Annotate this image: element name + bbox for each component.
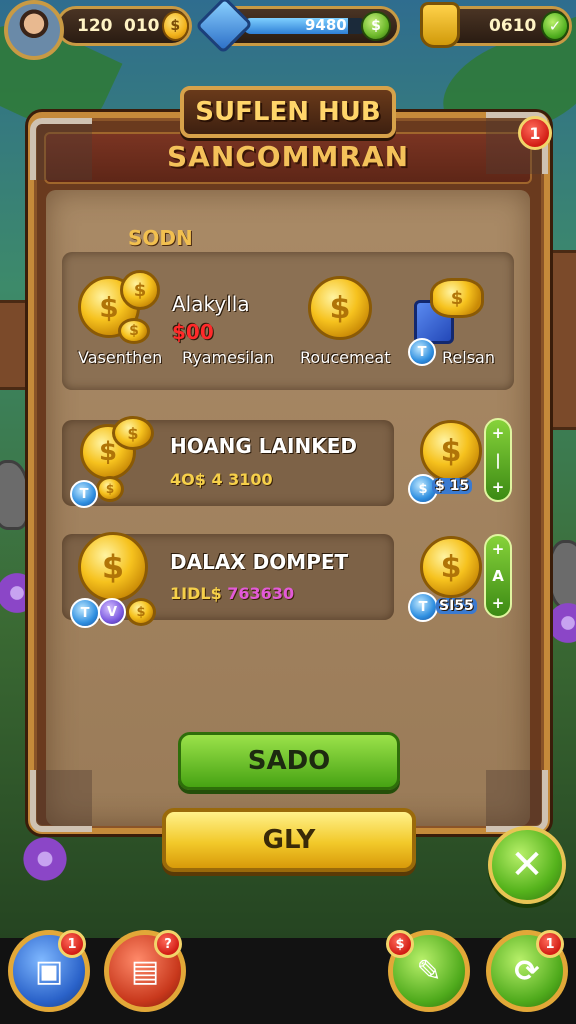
- coin-icon: $: [361, 11, 391, 41]
- nav-badge: ?: [154, 930, 182, 958]
- item-label: Ryamesilan: [182, 348, 275, 367]
- plus-icon[interactable]: +: [492, 424, 505, 442]
- gem-icon: T: [408, 592, 438, 622]
- frame-corner-ornament: [30, 118, 92, 180]
- divider: |: [495, 450, 501, 469]
- frame-corner-ornament: [30, 770, 92, 832]
- hud-level-value: 120: [77, 16, 113, 36]
- nav-badge: 1: [536, 930, 564, 958]
- coin-icon[interactable]: $: [420, 420, 482, 482]
- offer-tag: $ 15: [432, 478, 473, 494]
- offer-price: 1IDL$ 763630: [170, 584, 294, 603]
- flower: [20, 834, 70, 884]
- hut: [0, 300, 30, 390]
- hud-energy-value: 9480: [305, 16, 347, 34]
- gem-icon: T: [70, 598, 100, 628]
- coin-icon: $: [96, 476, 124, 502]
- item-label: Roucemeat: [300, 348, 391, 367]
- stepper-control[interactable]: + A +: [484, 534, 512, 618]
- minus-icon[interactable]: +: [492, 478, 505, 496]
- a-icon: A: [492, 566, 504, 585]
- box-icon: ▣: [34, 953, 64, 989]
- offer-title: DALAX DOMPET: [170, 550, 349, 574]
- coin-icon: $: [120, 270, 160, 310]
- map-icon: ⟳: [514, 953, 540, 989]
- checkmark-icon[interactable]: ✓: [541, 11, 569, 41]
- item-title: Alakylla: [172, 292, 250, 316]
- gem-icon: T: [70, 480, 98, 508]
- nav-badge: 1: [58, 930, 86, 958]
- trophy-icon: [420, 2, 460, 48]
- offer-tag: SI55: [436, 598, 477, 614]
- minus-icon[interactable]: +: [492, 594, 505, 612]
- close-icon: ✕: [510, 842, 544, 888]
- offer-price-a: 1IDL$: [170, 584, 222, 603]
- section-title: SODN: [128, 226, 193, 250]
- offer-price-a: 4O$ 4 3100: [170, 470, 273, 489]
- notification-badge[interactable]: 1: [518, 116, 552, 150]
- panel-title-banner: SUFLEN HUB: [180, 86, 396, 138]
- gem-icon: T: [408, 338, 436, 366]
- gly-button[interactable]: GLY: [162, 808, 416, 872]
- compass-icon: ✎: [416, 953, 442, 989]
- coin-icon[interactable]: $: [420, 536, 482, 598]
- panel-subtitle: SANCOMMRAN: [166, 140, 409, 173]
- sado-button[interactable]: SADO: [178, 732, 400, 790]
- item-label: Vasenthen: [78, 348, 163, 367]
- player-avatar[interactable]: [4, 0, 64, 60]
- coin-icon: $: [78, 532, 148, 602]
- gem-icon: V: [98, 598, 126, 626]
- coin-icon[interactable]: $: [308, 276, 372, 340]
- stepper-control[interactable]: + | +: [484, 418, 512, 502]
- offer-price-b: 763630: [227, 584, 295, 603]
- coin-icon: $: [161, 11, 189, 41]
- hud-level: 120 010 $: [56, 6, 192, 46]
- item-label: Relsan: [442, 348, 495, 367]
- hut: [548, 250, 576, 430]
- hud-coins-value: 010: [124, 16, 160, 36]
- shop-icon: ▤: [130, 953, 160, 989]
- coin-icon: $: [112, 416, 154, 450]
- coin-icon: $: [126, 598, 156, 626]
- nav-badge: $: [386, 930, 414, 958]
- frame-corner-ornament: [486, 770, 548, 832]
- plus-icon[interactable]: +: [492, 540, 505, 558]
- offer-price: 4O$ 4 3100: [170, 470, 273, 489]
- coin-icon: $: [118, 318, 150, 344]
- item-price: $00: [172, 320, 214, 344]
- coin-stack-icon: $: [430, 278, 484, 318]
- hud-gold-value: 0610: [489, 16, 537, 36]
- rock: [0, 460, 30, 530]
- close-button[interactable]: ✕: [488, 826, 566, 904]
- offer-title: HOANG LAINKED: [170, 434, 357, 458]
